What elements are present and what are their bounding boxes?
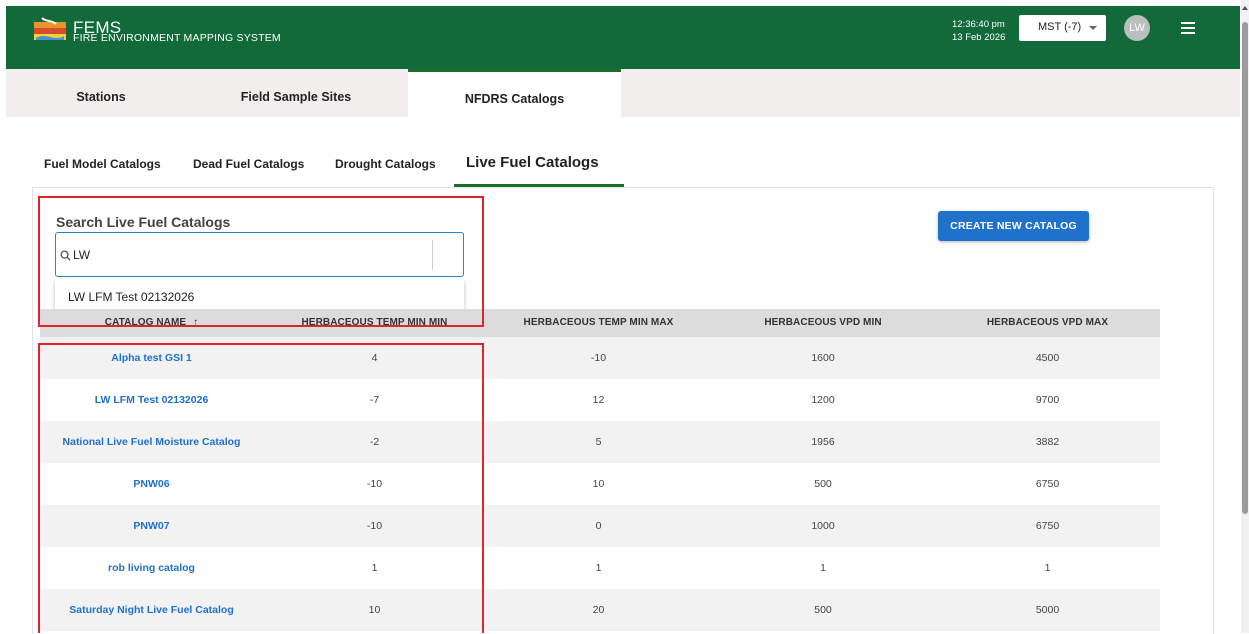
column-header-herb-vpd-min[interactable]: HERBACEOUS VPD MIN [711,309,935,337]
tab-label: NFDRS Catalogs [464,92,565,106]
table-cell: 6750 [1035,478,1060,490]
table-cell: 20 [592,604,605,616]
table-cell: 6750 [1035,520,1060,532]
clock-time: 12:36:40 pm [952,19,1005,30]
table-cell: 10 [592,478,605,490]
main-tab-bar: Stations Field Sample Sites NFDRS Catalo… [6,69,1240,117]
table-cell: 0 [595,520,602,532]
scroll-up-arrow-icon[interactable] [1242,6,1248,10]
table-cell: 9700 [1035,394,1060,406]
tab-label: Field Sample Sites [240,90,352,104]
table-cell: 1 [1044,562,1051,574]
table-cell: 1200 [811,394,835,406]
subtab-dead-fuel-catalogs[interactable]: Dead Fuel Catalogs [193,157,304,171]
highlight-box-search [38,196,484,327]
timezone-select[interactable]: MST (-7) [1019,15,1106,41]
table-cell: 5 [595,436,602,448]
timezone-value: MST (-7) [1038,21,1082,33]
chevron-down-icon [1089,26,1097,30]
table-cell: 5000 [1035,604,1060,616]
subtab-fuel-model-catalogs[interactable]: Fuel Model Catalogs [44,157,161,171]
app-header: FEMS FIRE ENVIRONMENT MAPPING SYSTEM 12:… [6,6,1240,69]
avatar[interactable]: LW [1124,15,1150,41]
tab-stations[interactable]: Stations [36,69,166,117]
table-cell: 12 [592,394,605,406]
table-cell: 500 [814,604,832,616]
table-cell: -10 [590,352,607,364]
table-cell: 1600 [811,352,835,364]
column-header-herb-temp-min-max[interactable]: HERBACEOUS TEMP MIN MAX [486,309,711,337]
table-cell: 500 [814,478,832,490]
tab-label: Stations [76,90,126,104]
table-cell: 4500 [1035,352,1060,364]
subtab-live-fuel-catalogs[interactable]: Live Fuel Catalogs [466,154,599,171]
clock: 12:36:40 pm 13 Feb 2026 [952,18,1005,44]
clock-date: 13 Feb 2026 [952,32,1006,43]
brand-subtitle: FIRE ENVIRONMENT MAPPING SYSTEM [73,32,281,44]
table-cell: 3882 [1035,436,1060,448]
table-cell: 1956 [811,436,835,448]
table-cell: 1000 [811,520,835,532]
table-cell: 1 [595,562,602,574]
tab-nfdrs-catalogs[interactable]: NFDRS Catalogs [408,69,621,117]
hamburger-menu-icon[interactable] [1181,22,1195,34]
column-header-herb-vpd-max[interactable]: HERBACEOUS VPD MAX [935,309,1160,337]
highlight-box-catalog-names [38,343,484,633]
subtab-drought-catalogs[interactable]: Drought Catalogs [335,157,436,171]
create-new-catalog-button[interactable]: CREATE NEW CATALOG [938,211,1089,241]
scrollbar-thumb[interactable] [1242,22,1248,514]
tab-field-sample-sites[interactable]: Field Sample Sites [206,69,386,117]
table-cell: 1 [820,562,826,574]
